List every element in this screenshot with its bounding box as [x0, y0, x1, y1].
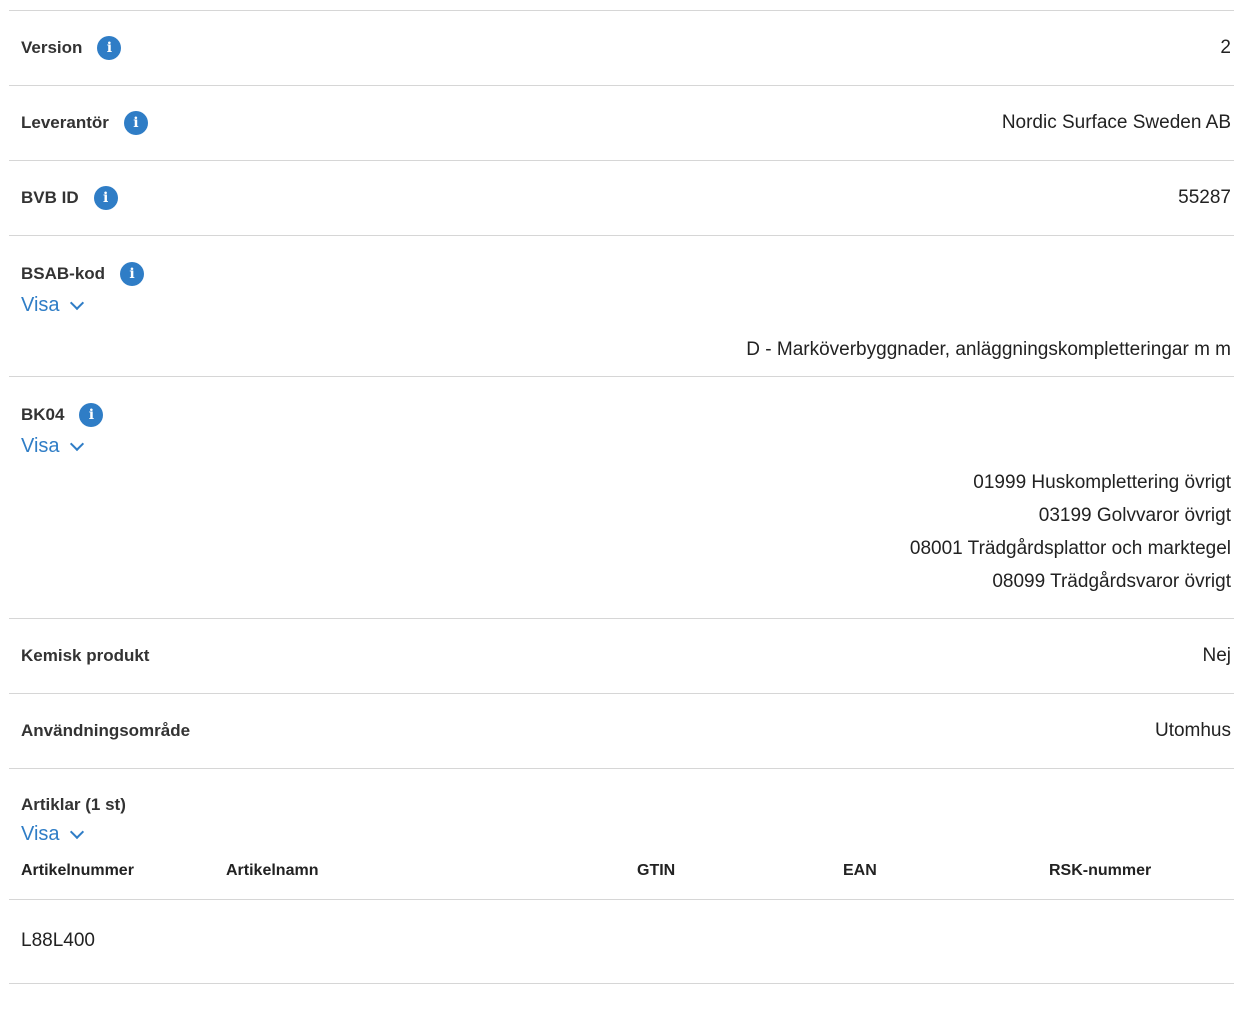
- chevron-down-icon: [69, 295, 84, 310]
- bsab-toggle-label: Visa: [21, 294, 60, 316]
- column-header-ean: EAN: [843, 862, 877, 879]
- row-bvb-id: BVB ID i 55287: [9, 160, 1234, 235]
- info-icon[interactable]: i: [120, 262, 145, 286]
- bk04-show-toggle[interactable]: Visa: [21, 435, 84, 458]
- usage-area-value: Utomhus: [1154, 720, 1231, 741]
- chevron-down-icon: [69, 436, 84, 451]
- row-articles: Artiklar (1 st) Visa Artikelnummer Artik…: [9, 768, 1234, 984]
- bk04-toggle-label: Visa: [21, 435, 60, 457]
- info-icon[interactable]: i: [79, 403, 104, 427]
- articles-label: Artiklar (1 st): [21, 795, 126, 814]
- bk04-value: 01999 Huskomplettering övrigt: [973, 472, 1231, 493]
- bvb-id-value: 55287: [1178, 187, 1231, 208]
- usage-area-label: Användningsområde: [21, 721, 191, 740]
- version-label: Version: [21, 38, 83, 57]
- articles-show-toggle[interactable]: Visa: [21, 823, 84, 846]
- column-header-article-name: Artikelnamn: [226, 862, 319, 879]
- chemical-product-value: Nej: [1202, 645, 1231, 666]
- bsab-value: D - Marköverbyggnader, anläggningskomple…: [746, 339, 1231, 360]
- cell-article-number: L88L400: [21, 930, 95, 951]
- articles-toggle-label: Visa: [21, 823, 60, 845]
- supplier-label: Leverantör: [21, 113, 109, 132]
- articles-table-header: Artikelnummer Artikelnamn GTIN EAN RSK-n…: [21, 856, 1231, 886]
- supplier-value: Nordic Surface Sweden AB: [1001, 112, 1231, 133]
- info-icon[interactable]: i: [97, 36, 122, 60]
- row-bk04: BK04 i Visa 01999 Huskomplettering övrig…: [9, 376, 1234, 618]
- column-header-rsk-number: RSK-nummer: [1049, 862, 1152, 879]
- bsab-label: BSAB-kod: [21, 264, 106, 283]
- chevron-down-icon: [69, 824, 84, 839]
- bk04-label: BK04: [21, 405, 65, 424]
- row-usage-area: Användningsområde Utomhus: [9, 693, 1234, 768]
- table-row[interactable]: L88L400: [9, 900, 1234, 985]
- bvb-id-label: BVB ID: [21, 188, 79, 207]
- product-details: Version i 2 Leverantör i Nordic Surface …: [9, 10, 1234, 984]
- bk04-value: 03199 Golvvaror övrigt: [1038, 505, 1231, 526]
- bk04-value: 08001 Trädgårdsplattor och marktegel: [909, 538, 1231, 559]
- info-icon[interactable]: i: [93, 186, 118, 210]
- column-header-article-number: Artikelnummer: [21, 862, 134, 879]
- bsab-show-toggle[interactable]: Visa: [21, 294, 84, 317]
- bsab-values: D - Marköverbyggnader, anläggningskomple…: [21, 333, 1231, 366]
- bk04-values: 01999 Huskomplettering övrigt 03199 Golv…: [21, 466, 1231, 598]
- row-version: Version i 2: [9, 10, 1234, 85]
- bk04-value: 08099 Trädgårdsvaror övrigt: [992, 571, 1231, 592]
- chemical-product-label: Kemisk produkt: [21, 646, 150, 665]
- row-supplier: Leverantör i Nordic Surface Sweden AB: [9, 85, 1234, 160]
- column-header-gtin: GTIN: [637, 862, 676, 879]
- version-value: 2: [1220, 37, 1231, 58]
- row-bsab: BSAB-kod i Visa D - Marköverbyggnader, a…: [9, 235, 1234, 376]
- articles-table-body: L88L400: [9, 899, 1234, 985]
- info-icon[interactable]: i: [123, 111, 148, 135]
- row-chemical-product: Kemisk produkt Nej: [9, 618, 1234, 693]
